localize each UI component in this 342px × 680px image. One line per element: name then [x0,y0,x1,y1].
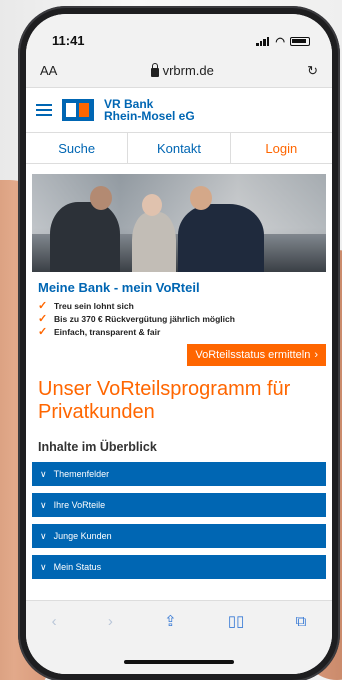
status-cta-label: VoRteilsstatus ermitteln [195,349,311,361]
signal-icon [256,37,270,46]
toolbar-icons: ‹ › ⇪ ▯▯ ⧉ [26,601,332,641]
promo-item: ✓ Treu sein lohnt sich [38,300,134,312]
chevron-down-icon: ∨ [40,499,47,510]
promo-item: ✓ Bis zu 370 € Rückvergütung jährlich mög… [38,313,235,325]
person-right [178,204,264,272]
phone-screen: 11:41 ◠ AA vrbrm.de ↻ VR Bank Rhein-Mose… [26,14,332,674]
accordion-ihre-vorteile[interactable]: ∨ Ihre VoRteile [32,493,326,517]
bank-logo-icon[interactable] [62,99,94,121]
forward-icon[interactable]: › [108,613,113,630]
check-icon: ✓ [38,326,48,338]
text-size-button[interactable]: AA [40,63,57,78]
chevron-down-icon: ∨ [40,468,47,479]
nav-search[interactable]: Suche [26,133,129,163]
cta-row: VoRteilsstatus ermitteln › [26,338,332,366]
nav-login[interactable]: Login [231,133,332,163]
chevron-down-icon: ∨ [40,561,47,572]
hamburger-menu-icon[interactable] [36,104,52,116]
chevron-right-icon: › [314,349,318,361]
share-icon[interactable]: ⇪ [164,612,177,630]
url-text: vrbrm.de [162,63,214,78]
accordion-mein-status[interactable]: ∨ Mein Status [32,555,326,579]
site-header: VR Bank Rhein-Mosel eG [26,88,332,132]
reload-icon[interactable]: ↻ [307,63,318,79]
promo-item: ✓ Einfach, transparent & fair [38,326,161,338]
wifi-icon: ◠ [275,36,285,48]
accordion-themenfelder[interactable]: ∨ Themenfelder [32,462,326,486]
promo-title: Meine Bank - mein VoRteil [38,280,200,295]
battery-icon [290,37,310,46]
check-icon: ✓ [38,313,48,325]
back-icon[interactable]: ‹ [52,613,57,630]
promo-box: Meine Bank - mein VoRteil ✓ Treu sein loh… [26,272,332,338]
address-bar[interactable]: AA vrbrm.de ↻ [26,54,332,88]
status-cta-button[interactable]: VoRteilsstatus ermitteln › [187,344,326,366]
accordion-junge-kunden[interactable]: ∨ Junge Kunden [32,524,326,548]
page-headline: Unser VoRteilsprogramm für Privatkunden [38,378,291,423]
bookmarks-icon[interactable]: ▯▯ [228,612,245,630]
person-middle [132,212,176,272]
chevron-down-icon: ∨ [40,530,47,541]
status-bar: 11:41 ◠ [26,14,332,54]
person-left [50,202,120,272]
status-icons: ◠ [256,35,310,48]
overview-title: Inhalte im Überblick [38,440,157,454]
main-nav: Suche Kontakt Login [26,132,332,164]
lock-icon [150,62,159,77]
phone-frame: 11:41 ◠ AA vrbrm.de ↻ VR Bank Rhein-Mose… [18,6,340,680]
hero-image [32,174,326,272]
status-time: 11:41 [52,33,85,48]
check-icon: ✓ [38,300,48,312]
bank-name-line2: Rhein-Mosel eG [104,109,195,123]
tabs-icon[interactable]: ⧉ [296,613,307,630]
home-indicator[interactable] [124,660,234,664]
bank-name[interactable]: VR Bank Rhein-Mosel eG [104,98,195,122]
url-display[interactable]: vrbrm.de [150,62,214,78]
nav-contact[interactable]: Kontakt [128,133,231,163]
stage: 11:41 ◠ AA vrbrm.de ↻ VR Bank Rhein-Mose… [0,0,342,680]
browser-toolbar: ‹ › ⇪ ▯▯ ⧉ [26,600,332,674]
